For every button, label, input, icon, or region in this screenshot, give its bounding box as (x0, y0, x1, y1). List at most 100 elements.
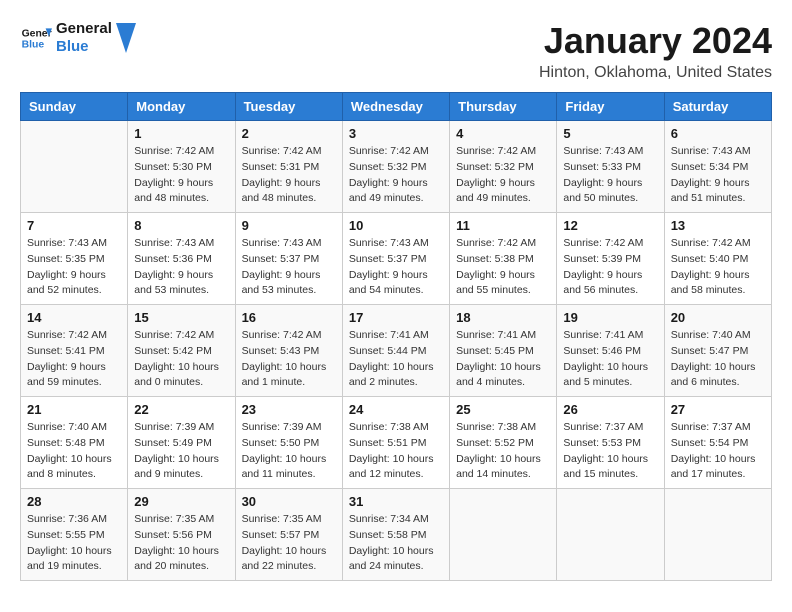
day-number: 8 (134, 218, 228, 233)
calendar-cell: 21 Sunrise: 7:40 AM Sunset: 5:48 PM Dayli… (21, 397, 128, 489)
calendar-cell: 23 Sunrise: 7:39 AM Sunset: 5:50 PM Dayli… (235, 397, 342, 489)
calendar-cell: 6Sunrise: 7:43 AM Sunset: 5:34 PM Daylig… (664, 121, 771, 213)
calendar-week-row: 28Sunrise: 7:36 AM Sunset: 5:55 PM Dayli… (21, 489, 772, 581)
calendar-cell: 15Sunrise: 7:42 AM Sunset: 5:42 PM Dayli… (128, 305, 235, 397)
day-number: 10 (349, 218, 443, 233)
day-info: Sunrise: 7:41 AM Sunset: 5:45 PM Dayligh… (456, 328, 550, 391)
calendar-cell: 11 Sunrise: 7:42 AM Sunset: 5:38 PM Dayli… (450, 213, 557, 305)
day-number: 26 (563, 402, 657, 417)
calendar-cell: 31 Sunrise: 7:34 AM Sunset: 5:58 PM Dayli… (342, 489, 449, 581)
calendar-cell (557, 489, 664, 581)
calendar-cell: 16 Sunrise: 7:42 AM Sunset: 5:43 PM Dayli… (235, 305, 342, 397)
day-info: Sunrise: 7:42 AM Sunset: 5:43 PM Dayligh… (242, 328, 336, 391)
day-info: Sunrise: 7:42 AM Sunset: 5:31 PM Dayligh… (242, 144, 336, 207)
calendar-cell: 14Sunrise: 7:42 AM Sunset: 5:41 PM Dayli… (21, 305, 128, 397)
day-info: Sunrise: 7:41 AM Sunset: 5:44 PM Dayligh… (349, 328, 443, 391)
calendar-cell: 30 Sunrise: 7:35 AM Sunset: 5:57 PM Dayli… (235, 489, 342, 581)
day-info: Sunrise: 7:42 AM Sunset: 5:32 PM Dayligh… (349, 144, 443, 207)
weekday-header-row: SundayMondayTuesdayWednesdayThursdayFrid… (21, 93, 772, 121)
day-number: 31 (349, 494, 443, 509)
weekday-header-thursday: Thursday (450, 93, 557, 121)
calendar-cell: 9Sunrise: 7:43 AM Sunset: 5:37 PM Daylig… (235, 213, 342, 305)
day-number: 22 (134, 402, 228, 417)
day-info: Sunrise: 7:35 AM Sunset: 5:56 PM Dayligh… (134, 512, 228, 575)
logo-arrow-icon (116, 23, 136, 53)
month-title: January 2024 (539, 20, 772, 62)
day-info: Sunrise: 7:37 AM Sunset: 5:54 PM Dayligh… (671, 420, 765, 483)
calendar-cell: 29 Sunrise: 7:35 AM Sunset: 5:56 PM Dayli… (128, 489, 235, 581)
calendar-cell: 27 Sunrise: 7:37 AM Sunset: 5:54 PM Dayli… (664, 397, 771, 489)
day-number: 4 (456, 126, 550, 141)
day-number: 2 (242, 126, 336, 141)
day-number: 3 (349, 126, 443, 141)
calendar-cell: 2 Sunrise: 7:42 AM Sunset: 5:31 PM Daylig… (235, 121, 342, 213)
weekday-header-monday: Monday (128, 93, 235, 121)
day-number: 12 (563, 218, 657, 233)
calendar-cell (450, 489, 557, 581)
day-number: 16 (242, 310, 336, 325)
day-number: 21 (27, 402, 121, 417)
calendar-cell: 17 Sunrise: 7:41 AM Sunset: 5:44 PM Dayli… (342, 305, 449, 397)
calendar-cell: 3 Sunrise: 7:42 AM Sunset: 5:32 PM Daylig… (342, 121, 449, 213)
day-number: 30 (242, 494, 336, 509)
day-number: 28 (27, 494, 121, 509)
logo-icon: General Blue (20, 22, 52, 54)
weekday-header-wednesday: Wednesday (342, 93, 449, 121)
location-title: Hinton, Oklahoma, United States (539, 64, 772, 82)
day-number: 7 (27, 218, 121, 233)
day-number: 19 (563, 310, 657, 325)
calendar-week-row: 21 Sunrise: 7:40 AM Sunset: 5:48 PM Dayli… (21, 397, 772, 489)
day-info: Sunrise: 7:38 AM Sunset: 5:52 PM Dayligh… (456, 420, 550, 483)
weekday-header-saturday: Saturday (664, 93, 771, 121)
day-info: Sunrise: 7:39 AM Sunset: 5:49 PM Dayligh… (134, 420, 228, 483)
day-info: Sunrise: 7:38 AM Sunset: 5:51 PM Dayligh… (349, 420, 443, 483)
calendar-cell: 5 Sunrise: 7:43 AM Sunset: 5:33 PM Daylig… (557, 121, 664, 213)
day-number: 18 (456, 310, 550, 325)
calendar-week-row: 1 Sunrise: 7:42 AM Sunset: 5:30 PM Daylig… (21, 121, 772, 213)
day-number: 24 (349, 402, 443, 417)
calendar-cell (664, 489, 771, 581)
calendar-table: SundayMondayTuesdayWednesdayThursdayFrid… (20, 92, 772, 581)
logo-wordmark: General Blue (56, 20, 112, 56)
day-info: Sunrise: 7:35 AM Sunset: 5:57 PM Dayligh… (242, 512, 336, 575)
day-info: Sunrise: 7:42 AM Sunset: 5:30 PM Dayligh… (134, 144, 228, 207)
calendar-cell: 20Sunrise: 7:40 AM Sunset: 5:47 PM Dayli… (664, 305, 771, 397)
day-info: Sunrise: 7:42 AM Sunset: 5:38 PM Dayligh… (456, 236, 550, 299)
day-info: Sunrise: 7:41 AM Sunset: 5:46 PM Dayligh… (563, 328, 657, 391)
day-info: Sunrise: 7:39 AM Sunset: 5:50 PM Dayligh… (242, 420, 336, 483)
day-number: 1 (134, 126, 228, 141)
day-number: 11 (456, 218, 550, 233)
calendar-cell: 24 Sunrise: 7:38 AM Sunset: 5:51 PM Dayli… (342, 397, 449, 489)
day-number: 15 (134, 310, 228, 325)
calendar-week-row: 14Sunrise: 7:42 AM Sunset: 5:41 PM Dayli… (21, 305, 772, 397)
day-number: 6 (671, 126, 765, 141)
calendar-cell: 18 Sunrise: 7:41 AM Sunset: 5:45 PM Dayli… (450, 305, 557, 397)
calendar-cell: 10 Sunrise: 7:43 AM Sunset: 5:37 PM Dayli… (342, 213, 449, 305)
day-number: 5 (563, 126, 657, 141)
day-info: Sunrise: 7:43 AM Sunset: 5:37 PM Dayligh… (349, 236, 443, 299)
day-number: 27 (671, 402, 765, 417)
day-number: 23 (242, 402, 336, 417)
day-number: 17 (349, 310, 443, 325)
logo: General Blue General Blue (20, 20, 136, 56)
page-header: General Blue General Blue January 2024 H… (20, 20, 772, 82)
day-info: Sunrise: 7:42 AM Sunset: 5:40 PM Dayligh… (671, 236, 765, 299)
day-number: 25 (456, 402, 550, 417)
calendar-week-row: 7Sunrise: 7:43 AM Sunset: 5:35 PM Daylig… (21, 213, 772, 305)
calendar-cell: 25 Sunrise: 7:38 AM Sunset: 5:52 PM Dayli… (450, 397, 557, 489)
day-info: Sunrise: 7:43 AM Sunset: 5:36 PM Dayligh… (134, 236, 228, 299)
calendar-cell (21, 121, 128, 213)
calendar-cell: 26 Sunrise: 7:37 AM Sunset: 5:53 PM Dayli… (557, 397, 664, 489)
calendar-cell: 4Sunrise: 7:42 AM Sunset: 5:32 PM Daylig… (450, 121, 557, 213)
calendar-cell: 1 Sunrise: 7:42 AM Sunset: 5:30 PM Daylig… (128, 121, 235, 213)
calendar-cell: 22 Sunrise: 7:39 AM Sunset: 5:49 PM Dayli… (128, 397, 235, 489)
weekday-header-sunday: Sunday (21, 93, 128, 121)
day-number: 29 (134, 494, 228, 509)
day-info: Sunrise: 7:34 AM Sunset: 5:58 PM Dayligh… (349, 512, 443, 575)
calendar-cell: 8 Sunrise: 7:43 AM Sunset: 5:36 PM Daylig… (128, 213, 235, 305)
day-info: Sunrise: 7:43 AM Sunset: 5:33 PM Dayligh… (563, 144, 657, 207)
day-info: Sunrise: 7:40 AM Sunset: 5:48 PM Dayligh… (27, 420, 121, 483)
svg-text:Blue: Blue (22, 40, 45, 51)
day-info: Sunrise: 7:42 AM Sunset: 5:41 PM Dayligh… (27, 328, 121, 391)
day-info: Sunrise: 7:37 AM Sunset: 5:53 PM Dayligh… (563, 420, 657, 483)
